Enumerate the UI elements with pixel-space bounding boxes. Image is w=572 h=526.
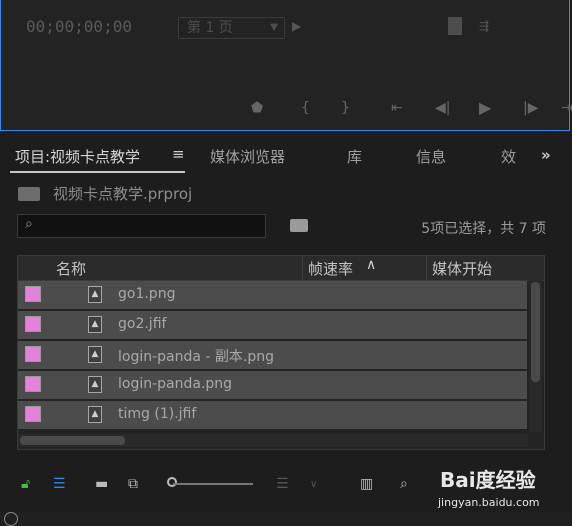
find-bin-icon[interactable] (290, 219, 308, 232)
sort-icon[interactable]: ☰ (276, 476, 289, 492)
step-forward-icon[interactable]: |▶ (523, 100, 538, 116)
search-input[interactable]: ⌕ (17, 214, 266, 238)
active-tab-underline (10, 171, 185, 173)
tab-project[interactable]: 项目:视频卡点教学 (15, 146, 140, 167)
project-name: 视频卡点教学.prproj (53, 185, 193, 203)
image-file-icon: ▲ (88, 406, 102, 423)
list-view-icon[interactable]: ☰ (53, 476, 66, 492)
column-name[interactable]: 名称 (56, 258, 86, 279)
column-divider[interactable] (302, 256, 303, 280)
file-name: login-panda - 副本.png (118, 349, 275, 365)
panel-menu-icon[interactable]: ≡ (172, 145, 185, 163)
file-name: login-panda.png (118, 376, 233, 392)
list-item[interactable]: ▲ timg (1).jfif (18, 401, 527, 431)
file-name: go1.png (118, 286, 176, 302)
list-header: 名称 帧速率 ∧ 媒体开始 (18, 256, 544, 281)
scrollbar-thumb[interactable] (20, 436, 125, 445)
tab-media-browser[interactable]: 媒体浏览器 (210, 146, 285, 167)
out-point-icon[interactable]: } (341, 100, 350, 116)
label-color-swatch[interactable] (25, 376, 41, 392)
vertical-scrollbar[interactable] (529, 280, 542, 432)
in-point-icon[interactable]: { (301, 100, 310, 116)
timecode[interactable]: 00;00;00;00 (26, 17, 132, 36)
more-tabs-icon[interactable]: » (541, 146, 551, 164)
label-color-swatch[interactable] (25, 316, 41, 332)
list-item[interactable]: ▲ go1.png (18, 281, 527, 311)
list-item[interactable]: ▲ login-panda - 副本.png (18, 341, 527, 371)
chevron-down-icon: ▼ (270, 22, 278, 33)
list-item[interactable]: ▲ go2.jfif (18, 311, 527, 341)
selection-status: 5项已选择，共 7 项 (421, 221, 546, 237)
page-select-value: 第 1 页 (187, 20, 233, 36)
image-file-icon: ▲ (88, 316, 102, 333)
label-color-swatch[interactable] (25, 346, 41, 362)
image-file-icon: ▲ (88, 376, 102, 393)
column-media-start[interactable]: 媒体开始 (432, 258, 492, 279)
watermark-url: jingyan.baidu.com (438, 496, 540, 509)
label-color-swatch[interactable] (25, 286, 41, 302)
find-icon[interactable]: ⌕ (400, 476, 408, 492)
zoom-slider[interactable] (173, 483, 253, 485)
watermark-logo: Bai度经验 (440, 468, 536, 492)
step-back-icon[interactable]: ◀| (435, 100, 450, 116)
automate-icon[interactable]: ▥ (360, 476, 373, 492)
horizontal-scrollbar[interactable] (18, 434, 528, 447)
go-to-in-icon[interactable]: ⇤ (391, 100, 403, 116)
sort-ascending-icon[interactable]: ∧ (366, 257, 376, 273)
file-name: go2.jfif (118, 316, 167, 332)
file-name: timg (1).jfif (118, 406, 197, 422)
page-select[interactable]: 第 1 页 ▼ (178, 17, 285, 39)
status-icon (4, 512, 18, 526)
tab-effects[interactable]: 效 (501, 146, 516, 167)
zoom-slider-knob[interactable] (167, 477, 177, 487)
project-folder-icon (18, 187, 40, 201)
project-list: 名称 帧速率 ∧ 媒体开始 ▲ go1.png ▲ go2.jfif ▲ log… (17, 255, 545, 450)
play-triangle-icon[interactable]: ▶ (292, 19, 301, 33)
freeform-view-icon[interactable]: ⧉ (128, 476, 138, 492)
chevron-down-icon[interactable]: ∨ (310, 479, 317, 490)
label-color-swatch[interactable] (25, 406, 41, 422)
image-file-icon: ▲ (88, 286, 102, 303)
search-icon: ⌕ (25, 216, 33, 232)
scrollbar-thumb[interactable] (531, 282, 540, 382)
column-divider[interactable] (426, 256, 427, 280)
export-frame-icon[interactable] (448, 17, 462, 35)
column-frame-rate[interactable]: 帧速率 (308, 258, 353, 279)
panel-tab-bar: 项目:视频卡点教学 ≡ 媒体浏览器 库 信息 效 » (0, 138, 572, 174)
image-file-icon: ▲ (88, 346, 102, 363)
source-monitor: 00;00;00;00 第 1 页 ▼ ▶ ⇶ ⬟ { } ⇤ ◀| ▶ |▶ … (0, 0, 572, 131)
list-item[interactable]: ▲ login-panda.png (18, 371, 527, 401)
settings-wave-icon[interactable]: ⇶ (479, 19, 489, 33)
tab-info[interactable]: 信息 (416, 146, 446, 167)
lock-icon[interactable]: 🔓︎ (21, 476, 30, 492)
marker-icon[interactable]: ⬟ (251, 100, 263, 116)
go-to-out-icon[interactable]: ⇥ (561, 100, 572, 116)
status-strip (0, 512, 572, 526)
icon-view-icon[interactable]: ▬ (95, 476, 108, 492)
tab-libraries[interactable]: 库 (347, 146, 362, 167)
play-icon[interactable]: ▶ (479, 98, 491, 117)
